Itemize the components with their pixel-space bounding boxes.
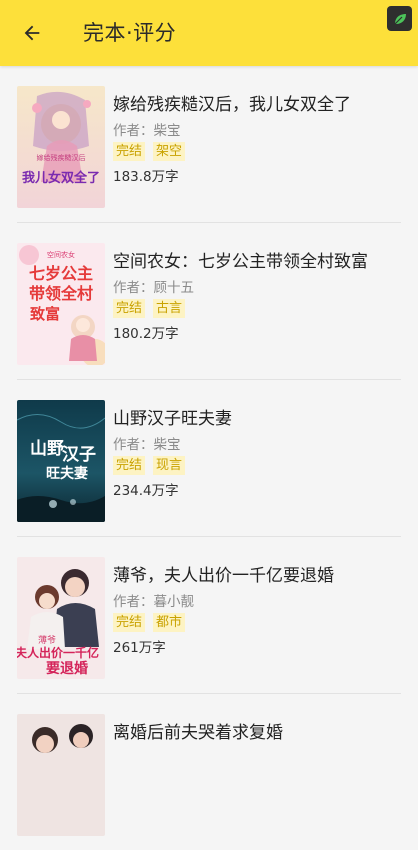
book-word-count: 234.4万字 — [113, 483, 179, 499]
book-author: 作者：柴宝 — [113, 437, 181, 453]
book-title: 离婚后前夫哭着求复婚 — [113, 723, 283, 743]
book-word-count: 180.2万字 — [113, 326, 179, 342]
tag-category: 现言 — [153, 456, 186, 475]
top-app-bar: 完本·评分 — [0, 0, 418, 66]
book-title: 山野汉子旺夫妻 — [113, 409, 232, 429]
book-list-item[interactable]: 空间农女 七岁公主 带领全村 致富 空间农女：七岁公主带领全村致富 作者：顾十五… — [17, 223, 401, 380]
book-title: 薄爷，夫人出价一千亿要退婚 — [113, 566, 334, 586]
svg-text:旺夫妻: 旺夫妻 — [46, 465, 88, 482]
book-word-count: 183.8万字 — [113, 169, 179, 185]
svg-text:致富: 致富 — [30, 305, 60, 323]
book-author: 作者：柴宝 — [113, 123, 181, 139]
book-title: 嫁给残疾糙汉后，我儿女双全了 — [113, 95, 351, 115]
tag-category: 都市 — [153, 613, 186, 632]
book-title: 空间农女：七岁公主带领全村致富 — [113, 252, 368, 272]
tag-category: 古言 — [153, 299, 186, 318]
book-list-item[interactable]: 山野 汉子 旺夫妻 山野汉子旺夫妻 作者：柴宝 完结 现言 234.4万字 — [17, 380, 401, 537]
book-cover: 嫁给残疾糙汉后 我儿女双全了 — [17, 86, 105, 208]
cover-subtitle-text: 嫁给残疾糙汉后 — [37, 153, 86, 162]
tag-status: 完结 — [113, 142, 146, 161]
book-word-count: 261万字 — [113, 640, 166, 656]
back-button[interactable] — [14, 16, 50, 50]
svg-text:薄爷: 薄爷 — [38, 634, 56, 646]
page-title: 完本·评分 — [83, 21, 177, 45]
tag-status: 完结 — [113, 456, 146, 475]
tag-status: 完结 — [113, 299, 146, 318]
arrow-left-icon — [24, 25, 40, 41]
book-tags: 完结 古言 — [113, 299, 186, 318]
cover-title-text: 我儿女双全了 — [22, 170, 100, 186]
book-cover — [17, 714, 105, 836]
book-list: 嫁给残疾糙汉后 我儿女双全了 嫁给残疾糙汉后，我儿女双全了 作者：柴宝 完结 架… — [0, 66, 418, 850]
tag-status: 完结 — [113, 613, 146, 632]
cover-subtitle-text: 空间农女 — [47, 250, 75, 259]
book-list-item[interactable]: 嫁给残疾糙汉后 我儿女双全了 嫁给残疾糙汉后，我儿女双全了 作者：柴宝 完结 架… — [17, 66, 401, 223]
tag-category: 架空 — [153, 142, 186, 161]
book-list-item[interactable]: 薄爷 夫人出价一千亿 要退婚 薄爷，夫人出价一千亿要退婚 作者：暮小靓 完结 都… — [17, 537, 401, 694]
svg-text:山野: 山野 — [30, 439, 64, 459]
svg-text:夫人出价一千亿: 夫人出价一千亿 — [17, 645, 99, 660]
book-list-item[interactable]: 离婚后前夫哭着求复婚 — [17, 694, 401, 850]
book-tags: 完结 架空 — [113, 142, 186, 161]
book-tags: 完结 都市 — [113, 613, 186, 632]
svg-text:带领全村: 带领全村 — [29, 284, 93, 303]
book-author: 作者：顾十五 — [113, 280, 194, 296]
leaf-icon — [387, 6, 412, 31]
book-tags: 完结 现言 — [113, 456, 186, 475]
svg-text:汉子: 汉子 — [62, 445, 96, 465]
book-cover: 山野 汉子 旺夫妻 — [17, 400, 105, 522]
book-cover: 薄爷 夫人出价一千亿 要退婚 — [17, 557, 105, 679]
svg-text:七岁公主: 七岁公主 — [29, 264, 93, 283]
svg-text:要退婚: 要退婚 — [46, 660, 88, 677]
book-cover: 空间农女 七岁公主 带领全村 致富 — [17, 243, 105, 365]
book-author: 作者：暮小靓 — [113, 594, 194, 610]
